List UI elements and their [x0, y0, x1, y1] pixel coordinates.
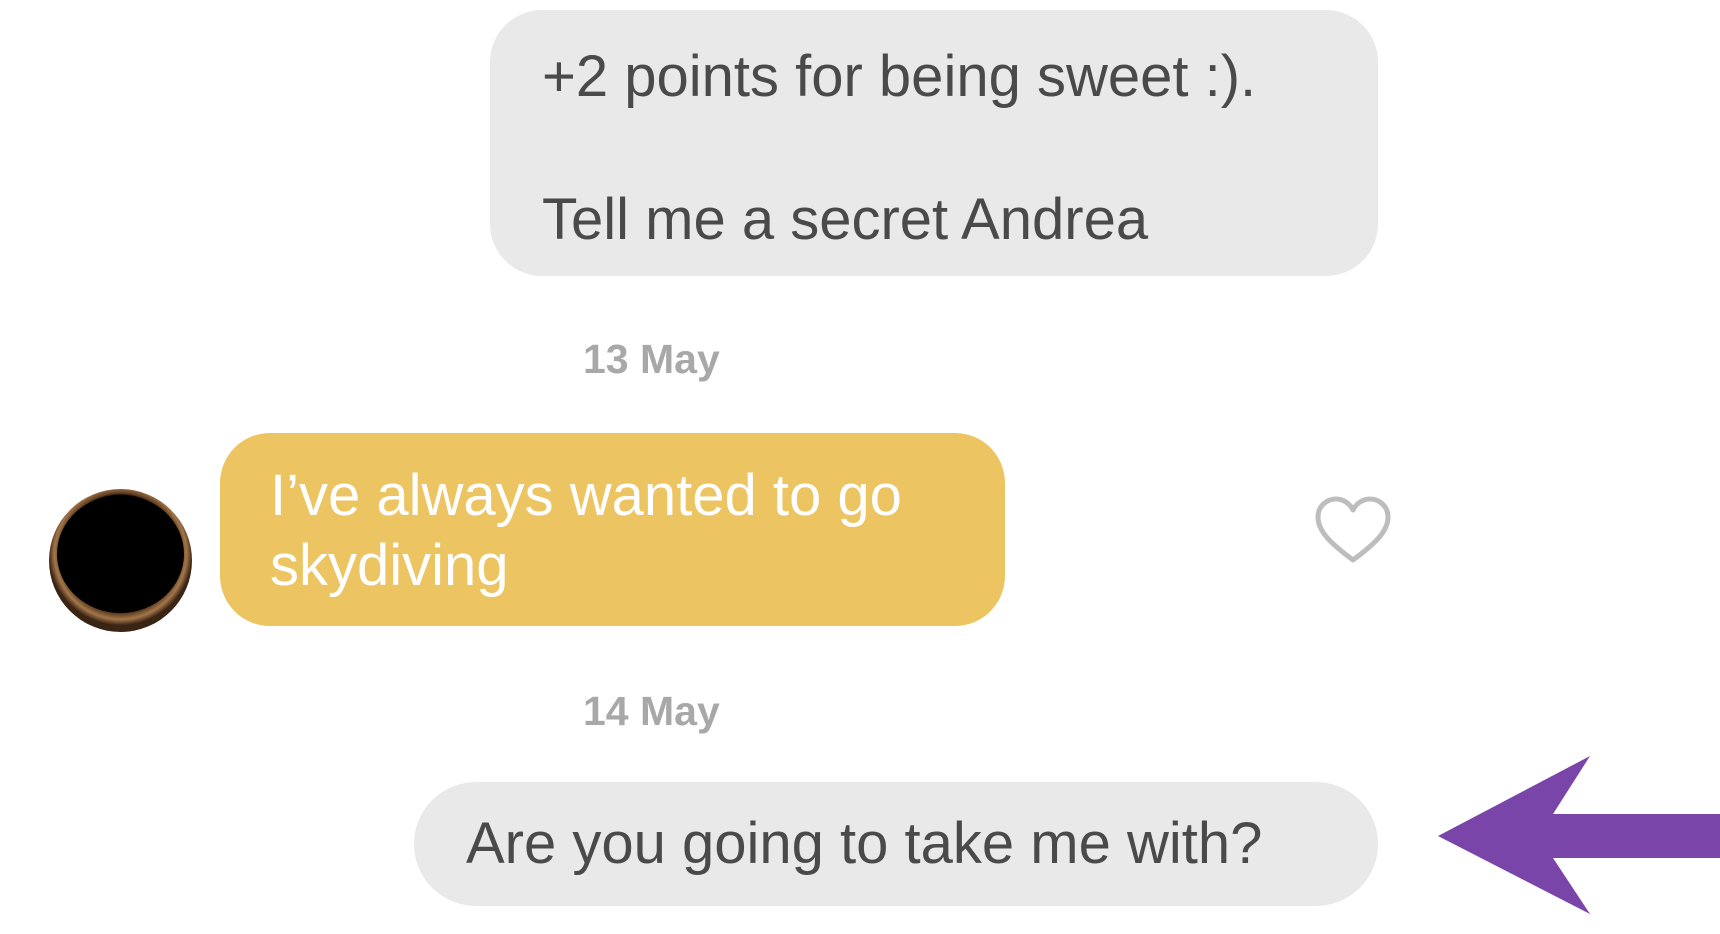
message-bubble-outgoing[interactable]: Are you going to take me with? — [414, 782, 1378, 906]
message-text: Are you going to take me with? — [466, 811, 1263, 877]
date-separator: 13 May — [583, 336, 720, 382]
message-text: I’ve always wanted to go skydiving — [270, 463, 902, 598]
arrow-left-icon — [1438, 756, 1720, 914]
avatar-redaction — [57, 495, 184, 613]
message-line: +2 points for being sweet :). — [542, 44, 1257, 109]
message-bubble-incoming[interactable]: I’ve always wanted to go skydiving — [220, 433, 1005, 626]
date-separator: 14 May — [583, 688, 720, 734]
message-line: Tell me a secret Andrea — [542, 186, 1149, 252]
heart-icon[interactable] — [1314, 496, 1392, 566]
avatar[interactable] — [49, 489, 192, 632]
message-bubble-outgoing[interactable]: +2 points for being sweet :). Tell me a … — [490, 10, 1378, 276]
chat-thread: +2 points for being sweet :). Tell me a … — [0, 0, 1720, 934]
